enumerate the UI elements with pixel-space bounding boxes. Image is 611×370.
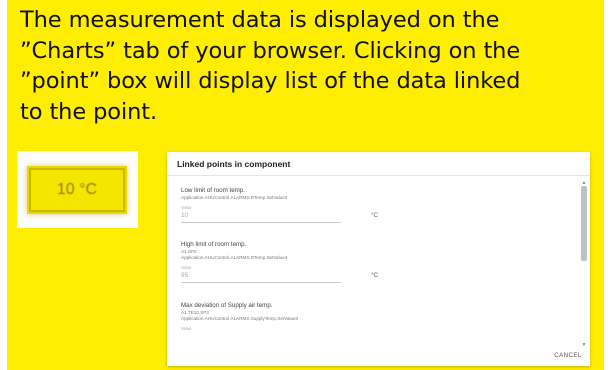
point-title: High limit of room temp. <box>181 241 247 248</box>
instruction-line-2: ”Charts” tab of your browser. Clicking o… <box>20 37 521 64</box>
dialog-scrollbar[interactable]: ▲ ▼ <box>580 180 588 348</box>
instruction-line-4: to the point. <box>20 98 158 125</box>
temperature-point-value: 10 °C <box>56 181 98 198</box>
point-path: Application.AHUControl.ALARMS.RTemp.SetV… <box>181 195 288 200</box>
point-value: 95 <box>181 272 189 279</box>
value-label: Value <box>181 326 192 331</box>
point-unit: °C <box>371 212 379 219</box>
linked-points-dialog: Linked points in component Low limit of … <box>167 152 590 366</box>
point-unit: °C <box>371 272 379 279</box>
point-box-thumbnail: 10 °C <box>17 151 138 228</box>
instruction-text: The measurement data is displayed on the… <box>20 5 600 127</box>
linked-point-item: Low limit of room temp. Application.AHUC… <box>181 187 511 223</box>
dialog-body: Low limit of room temp. Application.AHUC… <box>167 179 579 346</box>
instruction-line-1: The measurement data is displayed on the <box>20 7 500 33</box>
linked-point-item: High limit of room temp. A1.SP2 Applicat… <box>181 241 511 283</box>
dialog-title: Linked points in component <box>177 159 291 169</box>
dialog-divider <box>167 175 590 176</box>
linked-point-item: Max deviation of Supply air temp. A1.TE1… <box>181 302 511 332</box>
point-path: Application.AHUControl.ALARMS.RTemp.SetV… <box>181 255 288 260</box>
point-value-field[interactable]: 10 °C <box>181 211 378 223</box>
point-value: 10 <box>181 212 189 219</box>
scrollbar-thumb[interactable] <box>581 186 587 261</box>
instruction-line-3: ”point” box will display list of the dat… <box>20 68 521 94</box>
temperature-point-box[interactable]: 10 °C <box>29 168 125 212</box>
point-title: Max deviation of Supply air temp. <box>181 302 273 309</box>
point-value-field[interactable]: 95 °C <box>181 271 378 283</box>
cancel-button[interactable]: CANCEL <box>550 348 586 362</box>
point-path: Application.AHUControl.ALARMS.SupplyTemp… <box>181 316 299 321</box>
point-title: Low limit of room temp. <box>181 187 245 194</box>
